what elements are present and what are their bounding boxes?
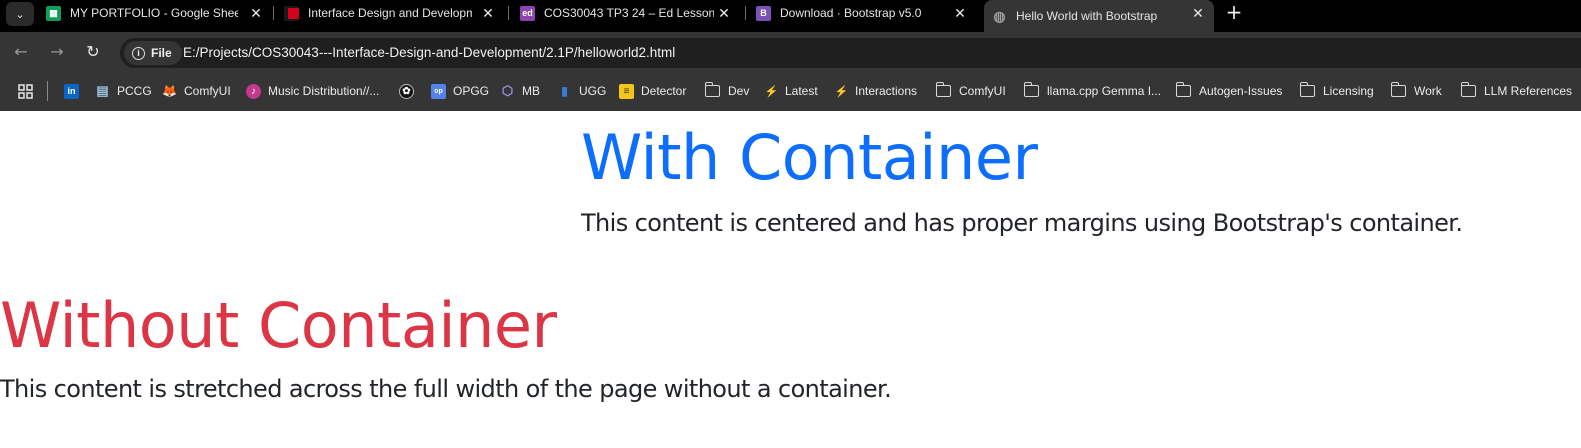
bookmark-interactions[interactable]: ⚡ Interactions [834, 82, 917, 100]
comfyui-fox-icon: 🦊 [162, 84, 177, 98]
tab-my-portfolio[interactable]: ▦ MY PORTFOLIO - Google Sheet ✕ [46, 0, 264, 26]
tab-divider [508, 6, 509, 20]
site-info-label: File [151, 46, 172, 60]
close-icon[interactable]: ✕ [248, 5, 264, 21]
bookmark-folder-licensing[interactable]: Licensing [1299, 82, 1374, 100]
tab-strip: ⌄ ▦ MY PORTFOLIO - Google Sheet ✕ Interf… [0, 0, 1581, 32]
folder-icon [704, 82, 720, 97]
without-container-text: This content is stretched across the ful… [0, 375, 892, 403]
bookmark-opgg[interactable]: op OPGG [431, 82, 489, 100]
bookmark-label: Music Distribution//... [268, 84, 380, 98]
apps-grid-icon [18, 83, 33, 99]
bookmark-pccg[interactable]: ▤ PCCG [95, 82, 152, 100]
bookmark-label: MB [522, 84, 540, 98]
site-info-chip[interactable]: i File [124, 41, 182, 65]
close-icon[interactable]: ✕ [1190, 5, 1206, 21]
opgg-icon: op [431, 83, 446, 99]
close-icon[interactable]: ✕ [716, 5, 732, 21]
bookmark-comfyui[interactable]: 🦊 ComfyUI [162, 82, 231, 100]
bookmark-label: Dev [728, 84, 750, 98]
ugg-icon: ▮ [561, 84, 568, 98]
new-tab-button[interactable]: + [1224, 2, 1244, 22]
mb-icon: ⬡ [501, 83, 514, 98]
full-width-section: Without Container This content is stretc… [0, 279, 1581, 405]
bookmark-label: Licensing [1323, 84, 1374, 98]
tab-title: Interface Design and Developm [308, 6, 472, 20]
with-container-text: This content is centered and has proper … [581, 209, 1463, 237]
tab-hello-world[interactable]: ◍ Hello World with Bootstrap ✕ [984, 0, 1214, 32]
bookmark-label: ComfyUI [184, 84, 231, 98]
bookmark-folder-llm-references[interactable]: LLM References [1460, 82, 1573, 100]
bookmark-folder-dev[interactable]: Dev [704, 82, 750, 100]
bookmark-label: ComfyUI [959, 84, 1006, 98]
bookmark-label: Detector [641, 84, 687, 98]
forward-button[interactable]: → [47, 42, 67, 62]
back-button[interactable]: ← [11, 42, 31, 62]
bookmark-openai[interactable]: ✿ [399, 82, 421, 100]
bookmarks-divider [47, 81, 48, 101]
apps-button[interactable] [18, 82, 33, 100]
tab-divider [745, 6, 746, 20]
bookmark-folder-comfyui[interactable]: ComfyUI [935, 82, 1006, 100]
bookmark-ugg[interactable]: ▮ UGG [557, 82, 606, 100]
ed-icon: ed [520, 5, 535, 21]
bookmark-folder-llamacpp[interactable]: llama.cpp Gemma I... [1023, 82, 1162, 100]
folder-icon [1390, 82, 1406, 97]
reload-button[interactable]: ↻ [83, 42, 103, 62]
tab-divider [273, 6, 274, 20]
bookmark-label: Work [1414, 84, 1442, 98]
folder-icon [935, 82, 951, 97]
browser-toolbar: ← → ↻ i File E:/Projects/COS30043---Inte… [0, 32, 1581, 73]
folder-icon [1023, 82, 1039, 97]
bootstrap-container: With Container This content is centered … [581, 111, 1571, 239]
bookmark-label: LLM References [1484, 84, 1573, 98]
bookmark-label: Latest [785, 84, 818, 98]
bookmark-label: llama.cpp Gemma I... [1047, 84, 1162, 98]
bookmark-label: UGG [579, 84, 607, 98]
detector-icon: ≡ [619, 83, 634, 99]
folder-icon [1460, 82, 1476, 97]
bookmark-latest[interactable]: ⚡ Latest [764, 82, 818, 100]
bookmark-label: Interactions [855, 84, 918, 98]
bookmark-label: Autogen-Issues [1199, 84, 1283, 98]
bootstrap-icon: B [756, 5, 771, 21]
tab-bootstrap-download[interactable]: B Download · Bootstrap v5.0 ✕ [756, 0, 968, 26]
bookmark-music-distribution[interactable]: ♪ Music Distribution//... [246, 82, 379, 100]
bookmark-label: PCCG [117, 84, 152, 98]
info-icon: i [132, 46, 145, 60]
flame-icon: ⚡ [834, 85, 849, 98]
bookmarks-bar: in ▤ PCCG 🦊 ComfyUI ♪ Music Distribution… [0, 73, 1581, 111]
with-container-heading: With Container [581, 121, 1038, 194]
folder-icon [1299, 82, 1315, 97]
music-icon: ♪ [246, 83, 261, 99]
tab-title: Hello World with Bootstrap [1016, 9, 1158, 23]
bookmark-folder-work[interactable]: Work [1390, 82, 1442, 100]
globe-icon: ◍ [993, 7, 1006, 24]
tab-ed-lessons[interactable]: ed COS30043 TP3 24 – Ed Lessons ✕ [520, 0, 732, 26]
folder-icon [1175, 82, 1191, 97]
bookmark-detector[interactable]: ≡ Detector [619, 82, 686, 100]
swinburne-icon [284, 5, 299, 21]
url-text[interactable]: E:/Projects/COS30043---Interface-Design-… [183, 45, 675, 60]
without-container-heading: Without Container [0, 289, 557, 362]
tab-title: Download · Bootstrap v5.0 [780, 6, 922, 20]
tab-title: COS30043 TP3 24 – Ed Lessons [544, 6, 714, 20]
bookmark-linkedin[interactable]: in [64, 82, 86, 100]
linkedin-icon: in [64, 83, 79, 99]
close-icon[interactable]: ✕ [952, 5, 968, 21]
close-icon[interactable]: ✕ [480, 5, 496, 21]
openai-icon: ✿ [399, 83, 414, 99]
tab-interface-design[interactable]: Interface Design and Developm ✕ [284, 0, 496, 26]
bookmark-mb[interactable]: ⬡ MB [500, 82, 540, 100]
bookmark-folder-autogen[interactable]: Autogen-Issues [1175, 82, 1283, 100]
tab-search-button[interactable]: ⌄ [6, 2, 34, 26]
flame-icon: ⚡ [764, 85, 779, 98]
pccg-icon: ▤ [96, 83, 109, 98]
bookmark-label: OPGG [453, 84, 490, 98]
page-viewport: With Container This content is centered … [0, 111, 1581, 448]
google-sheets-icon: ▦ [46, 5, 61, 21]
tab-title: MY PORTFOLIO - Google Sheet [70, 6, 238, 20]
address-bar[interactable]: i File E:/Projects/COS30043---Interface-… [120, 38, 1581, 68]
